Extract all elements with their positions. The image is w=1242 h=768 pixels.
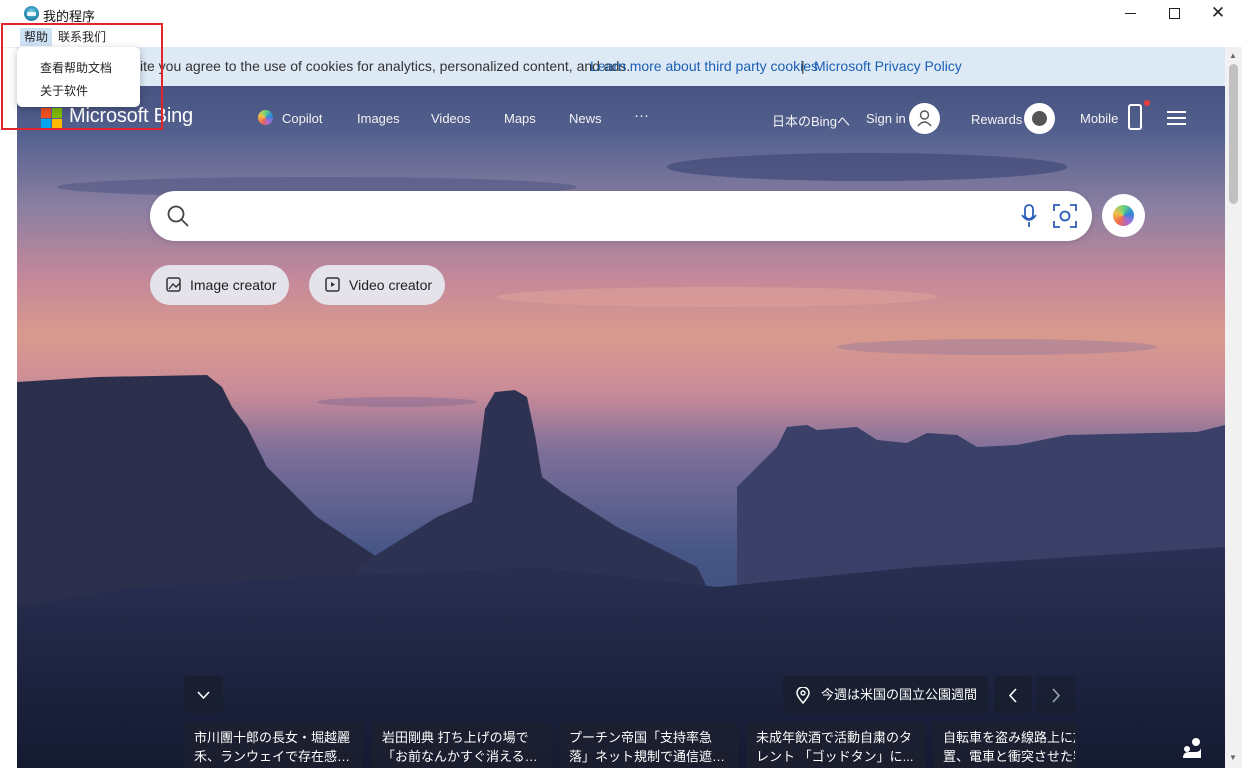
privacy-policy-link[interactable]: Microsoft Privacy Policy xyxy=(814,47,962,86)
scroll-down-arrow-icon[interactable]: ▼ xyxy=(1229,753,1237,762)
chevron-right-icon xyxy=(1052,688,1061,703)
image-creator-icon xyxy=(166,277,181,292)
visual-search-icon[interactable] xyxy=(1052,203,1078,229)
news-headline-line2: 置、電車と衝突させた容 xyxy=(943,749,1075,764)
person-icon xyxy=(917,110,932,127)
scroll-up-arrow-icon[interactable]: ▲ xyxy=(1229,51,1237,60)
third-party-cookies-link[interactable]: Learn more about third party cookies xyxy=(590,47,818,86)
nav-videos[interactable]: Videos xyxy=(431,111,471,126)
news-headline-line1: 市川團十郎の長女・堀越麗 xyxy=(194,730,351,745)
news-headline-line1: 岩田剛典 打ち上げの場で xyxy=(382,730,529,745)
japan-bing-link[interactable]: 日本のBingへ xyxy=(772,111,850,130)
close-button[interactable]: ✕ xyxy=(1196,0,1240,27)
news-card[interactable]: 市川團十郎の長女・堀越麗 禾、ランウェイで存在感放... xyxy=(184,722,363,768)
news-headline-line2: 「お前なんかすぐ消える」... xyxy=(382,749,544,764)
chevron-down-icon xyxy=(197,691,210,700)
previous-image-button[interactable] xyxy=(994,676,1032,714)
video-creator-icon xyxy=(325,277,340,292)
nav-copilot[interactable]: Copilot xyxy=(282,111,322,126)
web-content: site you agree to the use of cookies for… xyxy=(17,47,1225,768)
cookie-consent-bar: site you agree to the use of cookies for… xyxy=(17,47,1225,86)
image-info-button[interactable]: 今週は米国の国立公園週間 xyxy=(783,676,988,714)
cookie-separator: | xyxy=(801,58,805,74)
news-headline-line1: 未成年飲酒で活動自粛のタ xyxy=(756,730,913,745)
highlight-annotation-box xyxy=(1,23,163,130)
news-headline-line1: 自転車を盗み線路上に放 xyxy=(943,730,1075,745)
app-window: 我的程序 ✕ 帮助 联系我们 site you agree to the use… xyxy=(0,0,1242,768)
close-icon: ✕ xyxy=(1210,3,1226,23)
news-card[interactable]: プーチン帝国「支持率急落」ネット規制で通信遮断... xyxy=(559,722,738,768)
hamburger-menu-icon[interactable] xyxy=(1167,111,1186,125)
title-bar: 我的程序 ✕ xyxy=(0,0,1242,27)
news-card[interactable]: 自転車を盗み線路上に放 置、電車と衝突させた容 xyxy=(933,722,1077,768)
location-pin-icon xyxy=(796,687,810,704)
news-headline-line2: レント 「ゴッドタン」に... xyxy=(756,749,914,764)
news-card[interactable]: 岩田剛典 打ち上げの場で 「お前なんかすぐ消える」... xyxy=(372,722,551,768)
nav-news[interactable]: News xyxy=(569,111,602,126)
maximize-button[interactable] xyxy=(1152,0,1196,27)
image-creator-button[interactable]: Image creator xyxy=(150,265,289,305)
image-location-label: 今週は米国の国立公園週間 xyxy=(821,687,978,702)
user-avatar-icon[interactable] xyxy=(909,103,940,134)
cookie-notice-text: site you agree to the use of cookies for… xyxy=(133,58,631,74)
video-creator-label: Video creator xyxy=(349,277,433,293)
minimize-button[interactable] xyxy=(1108,0,1152,27)
copilot-icon xyxy=(258,110,273,125)
vertical-scrollbar[interactable]: ▲ ▼ xyxy=(1225,47,1242,768)
feedback-icon[interactable] xyxy=(1181,737,1203,759)
search-input[interactable] xyxy=(200,201,1004,233)
copilot-logo-icon xyxy=(1113,205,1134,226)
chevron-left-icon xyxy=(1008,688,1017,703)
app-icon xyxy=(24,6,39,21)
rewards-icon[interactable] xyxy=(1024,103,1055,134)
minimize-icon xyxy=(1124,13,1136,14)
search-box[interactable] xyxy=(150,191,1092,241)
search-icon xyxy=(167,205,189,227)
sign-in-link[interactable]: Sign in xyxy=(866,111,906,126)
news-headline-line1: プーチン帝国「支持率急 xyxy=(569,730,713,745)
nav-maps[interactable]: Maps xyxy=(504,111,536,126)
expand-feed-button[interactable] xyxy=(184,676,223,714)
news-headline-line2: 禾、ランウェイで存在感放... xyxy=(194,749,356,764)
rewards-link[interactable]: Rewards xyxy=(971,112,1022,127)
mobile-link[interactable]: Mobile xyxy=(1080,111,1118,126)
news-card[interactable]: 未成年飲酒で活動自粛のタ レント 「ゴッドタン」に... xyxy=(746,722,925,768)
video-creator-button[interactable]: Video creator xyxy=(309,265,445,305)
nav-more-menu[interactable]: ··· xyxy=(634,107,649,124)
scroll-thumb[interactable] xyxy=(1229,64,1238,204)
notification-dot xyxy=(1144,100,1150,106)
news-headline-line2: 落」ネット規制で通信遮断... xyxy=(569,749,731,764)
copilot-button[interactable] xyxy=(1102,194,1145,237)
nav-images[interactable]: Images xyxy=(357,111,400,126)
microphone-icon[interactable] xyxy=(1020,203,1038,229)
background-landscape-image xyxy=(17,47,1225,768)
image-creator-label: Image creator xyxy=(190,277,277,293)
mobile-phone-icon[interactable] xyxy=(1128,104,1142,130)
next-image-button[interactable] xyxy=(1037,676,1075,714)
maximize-icon xyxy=(1168,8,1180,19)
menu-bar: 帮助 联系我们 xyxy=(0,27,1242,48)
